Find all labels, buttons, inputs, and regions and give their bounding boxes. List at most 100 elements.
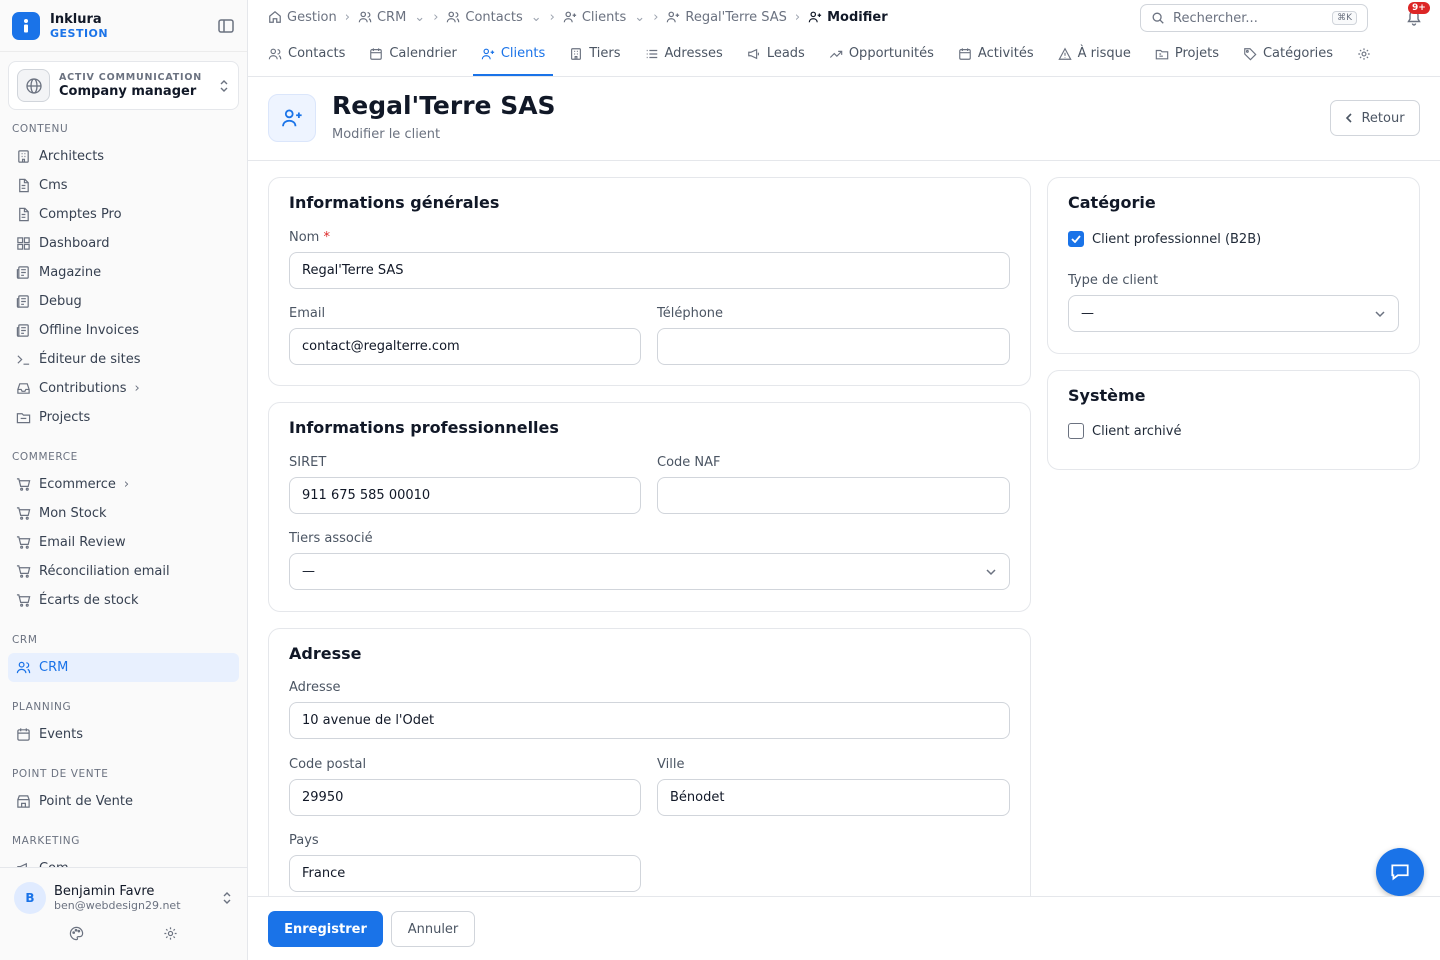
- tab-label: Leads: [766, 46, 805, 61]
- sidebar-item-magazine[interactable]: Magazine: [8, 258, 239, 287]
- b2b-label: Client professionnel (B2B): [1092, 231, 1262, 247]
- newspaper-icon: [16, 266, 29, 279]
- email-value: contact@regalterre.com: [302, 339, 460, 354]
- tab-categories[interactable]: Catégories: [1235, 34, 1341, 76]
- sidebar-item-label: Architects: [39, 149, 105, 164]
- sidebar-item-contributions[interactable]: Contributions ›: [8, 374, 239, 403]
- org-name: Company manager: [59, 83, 197, 99]
- sidebar-nav: CONTENU Architects Cms Comptes Pro Dashboard…: [0, 122, 247, 912]
- nom-label: Nom *: [289, 230, 330, 245]
- sidebar-item-dashboard[interactable]: Dashboard: [8, 229, 239, 258]
- sidebar-item-projects[interactable]: Projects: [8, 403, 239, 432]
- tiers-select[interactable]: —: [289, 553, 1010, 590]
- chevron-right-icon: ›: [433, 9, 439, 25]
- sidebar-item-offline-invoices[interactable]: Offline Invoices: [8, 316, 239, 345]
- chevron-right-icon: ›: [134, 381, 140, 396]
- client-type-label: Type de client: [1068, 273, 1159, 288]
- archived-checkbox-row[interactable]: Client archivé: [1068, 423, 1181, 439]
- card-title: Informations professionnelles: [289, 418, 559, 437]
- back-label: Retour: [1361, 110, 1405, 126]
- tab-tiers[interactable]: Tiers: [561, 34, 628, 76]
- tab-clients[interactable]: Clients: [472, 34, 554, 76]
- org-switcher[interactable]: ACTIV COMMUNICATION Company manager: [8, 61, 239, 110]
- b2b-checkbox[interactable]: [1068, 231, 1084, 247]
- sidebar-toggle-icon[interactable]: [217, 17, 235, 35]
- sidebar-item-point-de-vente[interactable]: Point de Vente: [8, 787, 239, 816]
- tab-leads[interactable]: Leads: [739, 34, 813, 76]
- tab-label: Adresses: [664, 46, 723, 61]
- chevron-down-icon[interactable]: ⌄: [531, 10, 542, 25]
- sidebar-item-reconciliation-email[interactable]: Réconciliation email: [8, 557, 239, 586]
- archived-checkbox[interactable]: [1068, 423, 1084, 439]
- sidebar-item-crm[interactable]: CRM: [8, 653, 239, 682]
- user-menu[interactable]: B Benjamin Favre ben@webdesign29.net: [0, 868, 247, 914]
- tab-opportunites[interactable]: Opportunités: [821, 34, 942, 76]
- sidebar: Inklura GESTION ACTIV COMMUNICATION Comp…: [0, 0, 248, 960]
- sidebar-item-architects[interactable]: Architects: [8, 142, 239, 171]
- siret-input[interactable]: 911 675 585 00010: [289, 477, 641, 514]
- sidebar-item-comptes-pro[interactable]: Comptes Pro: [8, 200, 239, 229]
- naf-input[interactable]: [657, 477, 1010, 514]
- sidebar-item-editeur-de-sites[interactable]: Éditeur de sites: [8, 345, 239, 374]
- city-value: Bénodet: [670, 790, 725, 805]
- card-title: Système: [1068, 386, 1146, 405]
- chevron-right-icon: ›: [344, 9, 350, 25]
- address-input[interactable]: 10 avenue de l'Odet: [289, 702, 1010, 739]
- breadcrumb-clients[interactable]: Clients ⌄: [563, 10, 645, 25]
- nom-input[interactable]: Regal'Terre SAS: [289, 252, 1010, 289]
- cancel-button[interactable]: Annuler: [391, 911, 475, 947]
- tab-activites[interactable]: Activités: [950, 34, 1042, 76]
- cart-icon: [16, 507, 31, 520]
- sidebar-item-ecarts-de-stock[interactable]: Écarts de stock: [8, 586, 239, 615]
- breadcrumb-crm[interactable]: CRM ⌄: [358, 10, 425, 25]
- postal-code-label: Code postal: [289, 757, 367, 772]
- sidebar-item-ecommerce[interactable]: Ecommerce ›: [8, 470, 239, 499]
- back-button[interactable]: Retour: [1330, 100, 1420, 136]
- palette-icon[interactable]: [69, 926, 84, 941]
- avatar: B: [14, 882, 46, 914]
- sidebar-item-events[interactable]: Events: [8, 720, 239, 749]
- search-input[interactable]: Rechercher... ⌘K: [1140, 4, 1368, 32]
- home-icon: [269, 10, 281, 23]
- brand-name: Inklura: [50, 11, 102, 27]
- nav-section-title: POINT DE VENTE: [12, 768, 109, 780]
- email-input[interactable]: contact@regalterre.com: [289, 328, 641, 365]
- tab-projets[interactable]: Projets: [1147, 34, 1227, 76]
- sidebar-item-mon-stock[interactable]: Mon Stock: [8, 499, 239, 528]
- tab-adresses[interactable]: Adresses: [637, 34, 731, 76]
- b2b-checkbox-row[interactable]: Client professionnel (B2B): [1068, 231, 1261, 247]
- gear-icon[interactable]: [163, 926, 178, 941]
- phone-input[interactable]: [657, 328, 1010, 365]
- client-type-select[interactable]: —: [1068, 295, 1399, 332]
- card-category: Catégorie Client professionnel (B2B) Typ…: [1047, 177, 1420, 354]
- topbar: Gestion › CRM ⌄ › Contacts ⌄ › Clients ⌄…: [248, 0, 1440, 34]
- city-input[interactable]: Bénodet: [657, 779, 1010, 816]
- chevron-right-icon: ›: [653, 9, 659, 25]
- megaphone-icon: [747, 48, 759, 59]
- sidebar-item-debug[interactable]: Debug: [8, 287, 239, 316]
- postal-code-input[interactable]: 29950: [289, 779, 641, 816]
- save-button[interactable]: Enregistrer: [268, 911, 383, 947]
- tab-calendrier[interactable]: Calendrier: [361, 34, 464, 76]
- tag-icon: [1244, 47, 1257, 60]
- tab-contacts[interactable]: Contacts: [260, 34, 353, 76]
- breadcrumb-client[interactable]: Regal'Terre SAS: [666, 10, 787, 25]
- tab-more[interactable]: [1349, 34, 1385, 76]
- inbox-icon: [17, 383, 30, 394]
- sidebar-item-label: Contributions: [39, 381, 127, 396]
- form-actions: Enregistrer Annuler: [248, 896, 1440, 960]
- tab-a-risque[interactable]: À risque: [1050, 34, 1139, 76]
- breadcrumb-contacts[interactable]: Contacts ⌄: [446, 10, 542, 25]
- country-input[interactable]: France: [289, 855, 641, 892]
- chevron-right-icon: ›: [794, 9, 801, 25]
- country-label: Pays: [289, 833, 319, 848]
- sidebar-item-cms[interactable]: Cms: [8, 171, 239, 200]
- breadcrumb-gestion[interactable]: Gestion: [268, 10, 337, 25]
- chat-button[interactable]: [1376, 848, 1424, 896]
- info-logo-icon[interactable]: [12, 11, 40, 40]
- chevron-down-icon[interactable]: ⌄: [634, 10, 645, 25]
- search-icon: [1152, 12, 1164, 24]
- chevron-down-icon[interactable]: ⌄: [414, 10, 425, 25]
- sidebar-item-email-review[interactable]: Email Review: [8, 528, 239, 557]
- users-icon: [16, 661, 31, 674]
